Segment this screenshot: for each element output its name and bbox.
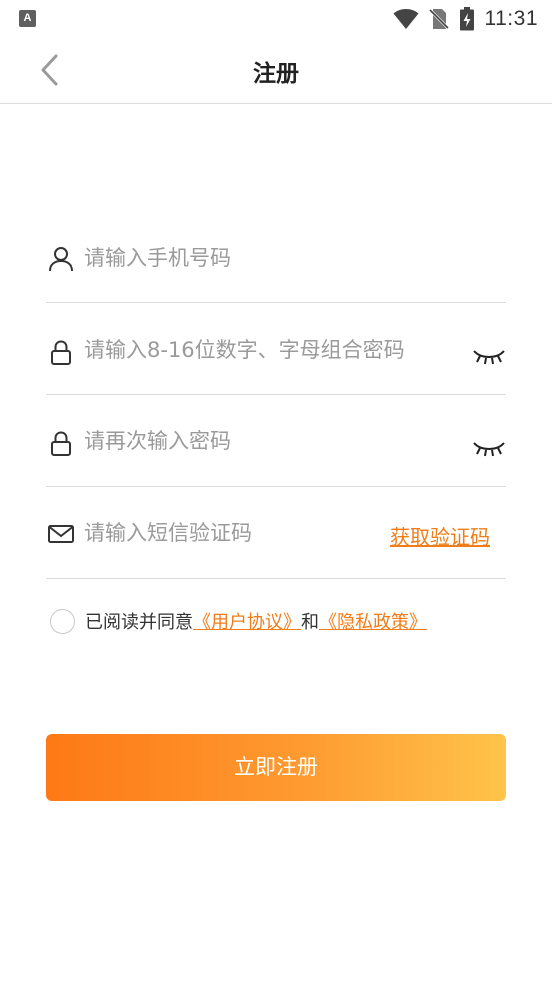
eye-closed-icon[interactable] xyxy=(472,437,506,461)
page-title: 注册 xyxy=(253,61,299,87)
phone-field-row xyxy=(46,211,506,303)
mail-icon xyxy=(48,525,74,543)
confirm-password-input[interactable] xyxy=(84,421,464,461)
sms-code-input[interactable] xyxy=(84,513,374,553)
sms-code-field-row: 获取验证码 xyxy=(46,487,506,579)
confirm-password-field-row xyxy=(46,395,506,487)
user-icon xyxy=(49,247,73,272)
privacy-policy-link[interactable]: 《隐私政策》 xyxy=(319,608,427,634)
agreement-row: 已阅读并同意 《用户协议》 和 《隐私政策》 xyxy=(50,606,427,636)
status-bar: A 11:31 xyxy=(0,0,552,38)
get-code-button[interactable]: 获取验证码 xyxy=(390,521,490,550)
eye-closed-icon[interactable] xyxy=(472,345,506,369)
wifi-icon xyxy=(393,9,418,29)
battery-charging-icon xyxy=(459,7,474,31)
status-time: 11:31 xyxy=(484,7,538,30)
agree-checkbox[interactable] xyxy=(50,608,75,634)
nav-bar: 注册 xyxy=(0,38,552,104)
register-button[interactable]: 立即注册 xyxy=(46,734,506,801)
lock-icon xyxy=(51,340,71,365)
password-input[interactable] xyxy=(84,330,464,370)
user-agreement-link[interactable]: 《用户协议》 xyxy=(193,608,301,634)
agreement-prefix: 已阅读并同意 xyxy=(85,612,193,633)
phone-input[interactable] xyxy=(84,238,464,278)
password-field-row xyxy=(46,303,506,395)
agreement-conjunction: 和 xyxy=(301,612,319,633)
app-notification-icon: A xyxy=(19,10,36,27)
lock-icon xyxy=(51,431,71,456)
status-icons: 11:31 xyxy=(393,6,539,32)
no-sim-icon xyxy=(428,8,449,30)
